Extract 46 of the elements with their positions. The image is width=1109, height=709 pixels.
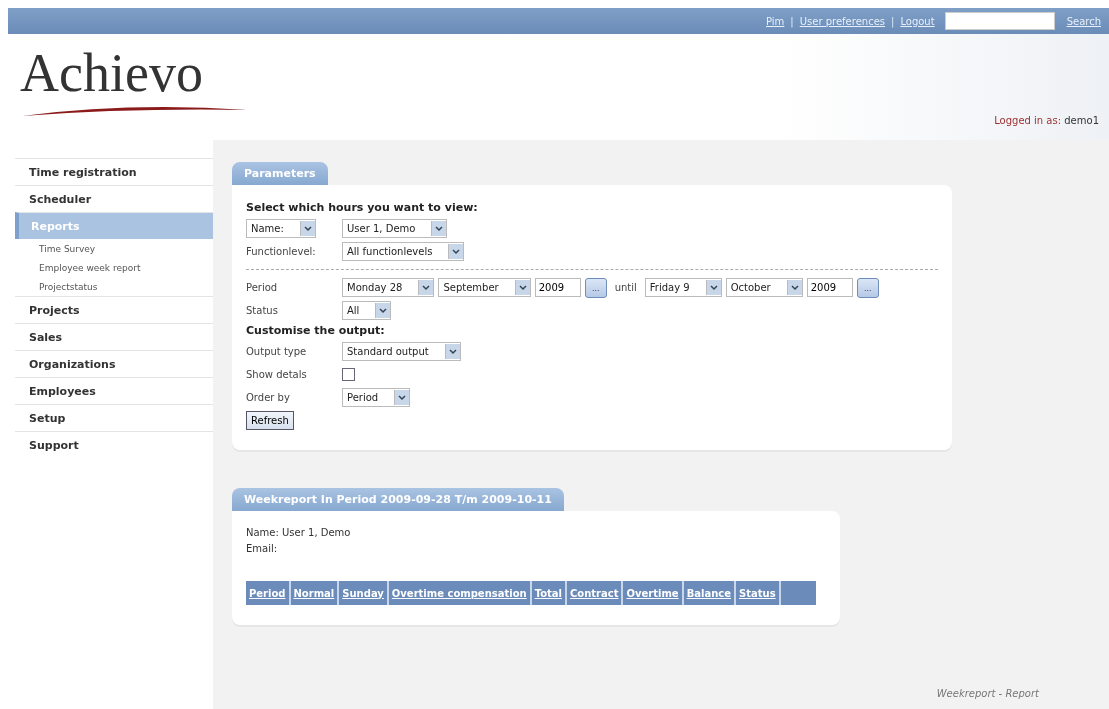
select-field[interactable]: Name:	[246, 219, 316, 238]
sidebar-subitem[interactable]: Time Survey	[15, 239, 213, 258]
logo-text: Achievo	[20, 42, 204, 104]
caret-icon	[786, 280, 802, 295]
caret-icon	[375, 303, 391, 318]
date-picker-button[interactable]: ...	[584, 277, 607, 298]
link-separator: |	[891, 15, 895, 27]
select-field[interactable]: October	[725, 278, 803, 297]
until-label: until	[614, 282, 637, 293]
checkbox[interactable]	[342, 368, 355, 381]
field-label: Status	[246, 305, 279, 316]
refresh-button[interactable]: Refresh	[246, 411, 294, 430]
section-heading: Select which hours you want to view:	[246, 201, 479, 214]
search-field[interactable]	[944, 12, 1055, 30]
field-label: Show detals	[246, 369, 308, 380]
select-field[interactable]: Monday 28	[342, 278, 435, 297]
select-field[interactable]: All	[342, 301, 392, 320]
field-label: Output type	[246, 346, 308, 357]
link-separator: |	[790, 15, 794, 27]
field-label: Functionlevel:	[246, 246, 317, 257]
sidebar-subitem[interactable]: Projectstatus	[15, 277, 213, 296]
section-heading: Customise the output:	[246, 324, 386, 337]
field-label: Order by	[246, 392, 291, 403]
year-field[interactable]: 2009	[534, 278, 581, 297]
caret-icon	[705, 280, 721, 295]
year-field[interactable]: 2009	[806, 278, 853, 297]
logged-in-text: Logged in as: demo1	[994, 115, 1100, 128]
field-label: Period	[246, 282, 279, 293]
select-field[interactable]: Period	[342, 388, 411, 407]
select-field[interactable]: All functionlevels	[342, 242, 465, 261]
caret-icon	[299, 221, 315, 236]
select-field[interactable]: Friday 9	[644, 278, 722, 297]
select-field[interactable]: September	[438, 278, 531, 297]
caret-icon	[444, 344, 460, 359]
report-line: Email:	[246, 542, 279, 556]
caret-icon	[514, 280, 530, 295]
report-line: Name: User 1, Demo	[246, 526, 352, 540]
caret-icon	[394, 390, 410, 405]
caret-icon	[431, 221, 447, 236]
caret-icon	[448, 244, 464, 259]
sidebar-subitem[interactable]: Employee week report	[15, 258, 213, 277]
date-picker-button[interactable]: ...	[856, 277, 879, 298]
caret-icon	[418, 280, 434, 295]
page-caption: Weekreport - Report	[936, 688, 1039, 699]
select-field[interactable]: User 1, Demo	[342, 219, 448, 238]
select-field[interactable]: Standard output	[342, 342, 461, 361]
